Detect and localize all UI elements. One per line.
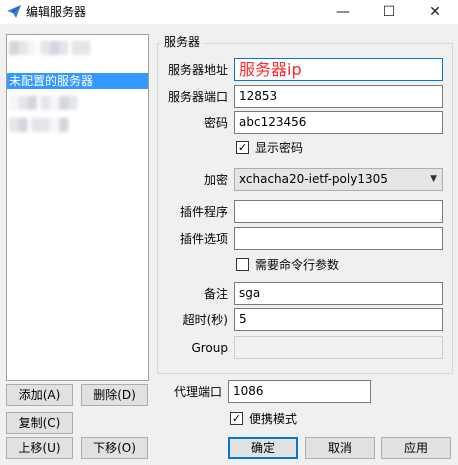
group-title: 服务器 bbox=[161, 34, 204, 50]
timeout-label: 超时(秒) bbox=[182, 313, 228, 327]
window-title: 编辑服务器 bbox=[26, 5, 87, 19]
password-label: 密码 bbox=[203, 116, 228, 130]
encryption-value: xchacha20-ietf-poly1305 bbox=[239, 172, 388, 186]
show-password-label: 显示密码 bbox=[255, 141, 304, 155]
plugin-options-field[interactable] bbox=[234, 227, 443, 250]
password-field[interactable]: abc123456 bbox=[234, 111, 443, 134]
portable-mode-checkbox[interactable]: ✓ bbox=[230, 412, 243, 425]
plugin-args-label: 需要命令行参数 bbox=[255, 258, 340, 272]
remarks-label: 备注 bbox=[203, 287, 228, 301]
paper-plane-icon bbox=[7, 5, 21, 18]
server-list[interactable]: ▓▒░ ▒▓▒ ▒▒ 未配置的服务器 ░▒▓ ▒░▓▒ ▒▓ ▒▒░▓ bbox=[6, 34, 149, 381]
plugin-field[interactable] bbox=[234, 200, 443, 223]
timeout-field[interactable]: 5 bbox=[234, 308, 443, 331]
proxy-port-field[interactable]: 1086 bbox=[228, 380, 371, 403]
maximize-button[interactable]: ☐ bbox=[366, 0, 412, 24]
portable-mode-label: 便携模式 bbox=[249, 412, 298, 426]
add-button[interactable]: 添加(A) bbox=[6, 384, 73, 406]
server-port-label: 服务器端口 bbox=[167, 90, 228, 104]
list-item[interactable]: ▒▓ ▒▒░▓ bbox=[7, 117, 148, 133]
cancel-button[interactable]: 取消 bbox=[305, 437, 375, 459]
delete-button[interactable]: 删除(D) bbox=[81, 384, 148, 406]
server-port-field[interactable]: 12853 bbox=[234, 85, 443, 108]
copy-button[interactable]: 复制(C) bbox=[6, 412, 73, 434]
plugin-label: 插件程序 bbox=[179, 205, 228, 219]
minimize-button[interactable]: — bbox=[320, 0, 366, 24]
plugin-args-checkbox[interactable] bbox=[236, 258, 249, 271]
move-up-button[interactable]: 上移(U) bbox=[6, 437, 73, 459]
apply-button[interactable]: 应用 bbox=[381, 437, 451, 459]
list-item[interactable]: ░▒▓ ▒░▓▒ bbox=[7, 95, 148, 111]
server-address-label: 服务器地址 bbox=[167, 63, 228, 77]
server-address-field[interactable]: 服务器ip bbox=[234, 58, 443, 81]
remarks-field[interactable]: sga bbox=[234, 282, 443, 305]
group-label: Group bbox=[191, 341, 228, 355]
close-button[interactable]: ✕ bbox=[412, 0, 458, 24]
chevron-down-icon: ▼ bbox=[430, 174, 437, 184]
group-field bbox=[234, 336, 443, 359]
list-item-selected[interactable]: 未配置的服务器 bbox=[7, 73, 148, 89]
proxy-port-label: 代理端口 bbox=[173, 385, 222, 399]
ok-button[interactable]: 确定 bbox=[228, 437, 298, 459]
show-password-checkbox[interactable]: ✓ bbox=[236, 141, 249, 154]
encryption-dropdown[interactable]: xchacha20-ietf-poly1305 ▼ bbox=[234, 168, 443, 191]
list-item[interactable]: ▓▒░ ▒▓▒ ▒▒ bbox=[7, 40, 148, 56]
encryption-label: 加密 bbox=[203, 173, 228, 187]
plugin-options-label: 插件选项 bbox=[179, 232, 228, 246]
move-down-button[interactable]: 下移(O) bbox=[81, 437, 148, 459]
